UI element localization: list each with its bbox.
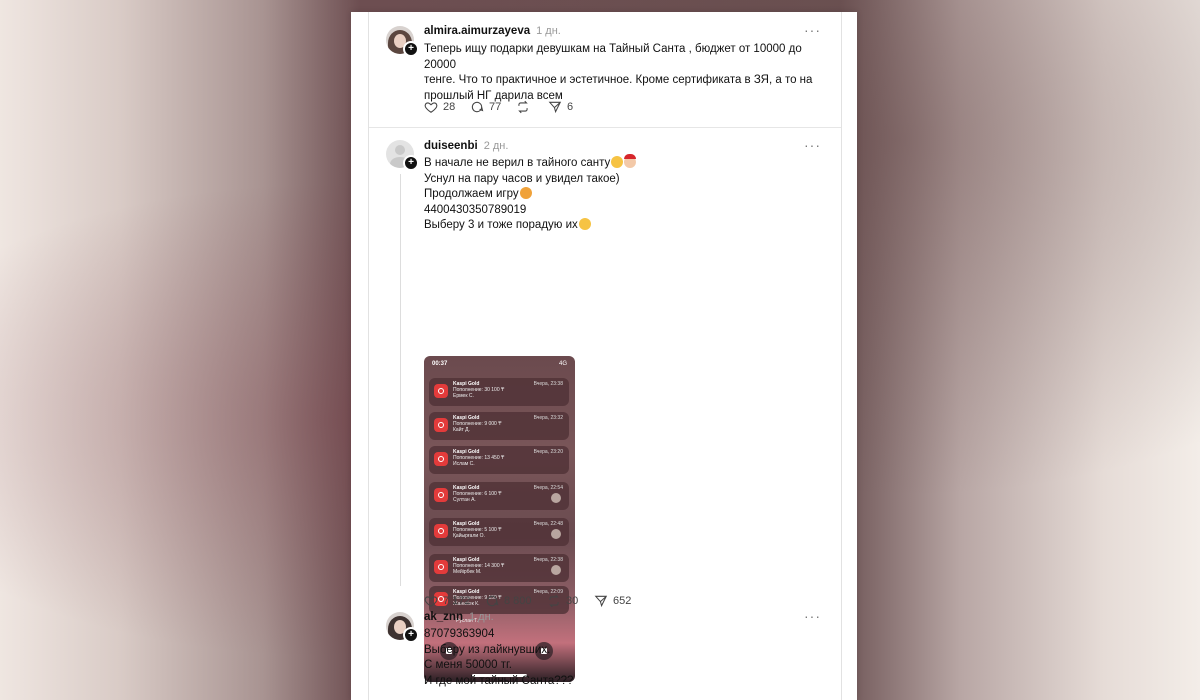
post-text-line: С меня 50000 тг. <box>424 659 513 671</box>
post[interactable]: + ak_znn 1 дн. ··· 87079363904 Выберу из … <box>369 606 841 700</box>
more-options-icon[interactable]: ··· <box>804 22 821 38</box>
sender-thumbnail <box>551 493 561 503</box>
post-text-line: Выберу из лайкнувших. <box>424 643 551 656</box>
like-button[interactable]: 28 <box>424 100 455 114</box>
post[interactable]: + duiseenbi 2 дн. ··· В начале не верил в… <box>369 128 841 682</box>
follow-plus-icon[interactable]: + <box>403 41 419 57</box>
post[interactable]: + almira.aimurzayeva 1 дн. ··· Теперь ищу… <box>369 12 841 127</box>
notification-sender: Султан А. <box>453 497 476 503</box>
thread-line <box>400 174 401 586</box>
notification-sender: Ислам С. <box>453 461 475 467</box>
post-text-line: Уснул на пару часов и увидел такое) <box>424 172 620 185</box>
more-options-icon[interactable]: ··· <box>804 137 821 153</box>
post-time: 1 дн. <box>536 25 561 37</box>
star-eyes-emoji-icon <box>519 187 532 199</box>
notification: Kaspi Gold Пополнение: 6 100 ₸ Султан А.… <box>429 482 569 510</box>
notification: Kaspi Gold Пополнение: 13 450 ₸ Ислам С.… <box>429 446 569 474</box>
username[interactable]: duiseenbi 2 дн. <box>424 140 508 152</box>
notification-sender: Кайт Д. <box>453 427 470 433</box>
comment-button[interactable]: 77 <box>470 100 501 114</box>
post-text-line: 87079363904 <box>424 628 495 640</box>
notification-time: Вчера, 22:54 <box>533 485 563 491</box>
notification-sender: Қайырғали О. <box>453 533 485 539</box>
threads-feed: + almira.aimurzayeva 1 дн. ··· Теперь ищу… <box>351 12 857 700</box>
post-time: 2 дн. <box>483 140 509 152</box>
signal-icon: 4G <box>558 361 567 367</box>
follow-plus-icon[interactable]: + <box>403 155 419 171</box>
post-text-line: тенге. Что то практичное и эстетичное. К… <box>424 74 813 86</box>
notification-time: Вчера, 23:32 <box>533 415 563 421</box>
phone-clock: 00:37 <box>432 361 448 367</box>
smile-emoji-icon <box>578 218 591 230</box>
feed-column: + almira.aimurzayeva 1 дн. ··· Теперь ищу… <box>368 12 842 700</box>
post-text: Теперь ищу подарки девушкам на Тайный Са… <box>424 42 824 104</box>
comment-count: 77 <box>489 101 502 113</box>
username[interactable]: almira.aimurzayeva 1 дн. <box>424 25 561 37</box>
post-actions: 28 77 6 <box>424 100 724 116</box>
notification-time: Вчера, 23:38 <box>533 381 563 387</box>
share-button[interactable]: 6 <box>548 100 573 114</box>
send-icon <box>548 101 562 114</box>
post-text: 87079363904 Выберу из лайкнувших. С меня… <box>424 627 824 689</box>
username-text[interactable]: almira.aimurzayeva <box>424 25 530 37</box>
kaspi-icon <box>434 418 448 432</box>
kaspi-icon <box>434 384 448 398</box>
notification-time: Вчера, 22:38 <box>533 557 563 563</box>
kaspi-icon <box>434 452 448 466</box>
comment-icon <box>471 101 484 113</box>
santa-emoji-icon <box>624 154 637 168</box>
grin-emoji-icon <box>611 156 624 168</box>
like-count: 28 <box>443 101 456 113</box>
post-text-line: Выберу 3 и тоже порадую их <box>424 218 824 234</box>
sender-thumbnail <box>551 529 561 539</box>
share-count: 6 <box>567 101 574 113</box>
follow-plus-icon[interactable]: + <box>403 627 419 643</box>
notification: Kaspi Gold Пополнение: 5 100 ₸ Қайырғали… <box>429 518 569 546</box>
notification: Kaspi Gold Пополнение: 9 000 ₸ Кайт Д. В… <box>429 412 569 440</box>
phone-status-bar: 00:37 4G <box>424 356 575 374</box>
notification-time: Вчера, 23:20 <box>533 449 563 455</box>
post-text-span: Выберу 3 и тоже порадую их <box>424 219 578 231</box>
post-text: В начале не верил в тайного санту Уснул … <box>424 154 824 234</box>
notification-sender: Мейірбек М. <box>453 569 482 575</box>
username-text[interactable]: duiseenbi <box>424 140 478 152</box>
post-text-span: В начале не верил в тайного санту <box>424 157 611 169</box>
post-text-line: Продолжаем игру <box>424 187 824 203</box>
username-text[interactable]: ak_znn <box>424 611 463 623</box>
post-text-line: И где мой тайный Санта??? <box>424 674 574 687</box>
post-text-line: 4400430350789019 <box>424 203 527 216</box>
sender-thumbnail <box>551 565 561 575</box>
username[interactable]: ak_znn 1 дн. <box>424 611 494 623</box>
kaspi-icon <box>434 524 448 538</box>
repost-button[interactable] <box>516 100 530 114</box>
post-time: 1 дн. <box>469 611 494 623</box>
heart-icon <box>424 102 438 113</box>
repost-icon <box>518 100 528 114</box>
notification: Kaspi Gold Пополнение: 14 300 ₸ Мейірбек… <box>429 554 569 582</box>
notification-time: Вчера, 22:48 <box>533 521 563 527</box>
post-text-line: Теперь ищу подарки девушкам на Тайный Са… <box>424 43 802 71</box>
notification-sender: Ермек С. <box>453 393 474 399</box>
kaspi-icon <box>434 560 448 574</box>
notification: Kaspi Gold Пополнение: 30 100 ₸ Ермек С.… <box>429 378 569 406</box>
post-text-span: Продолжаем игру <box>424 188 519 200</box>
post-text-line: В начале не верил в тайного санту <box>424 154 824 172</box>
more-options-icon[interactable]: ··· <box>804 608 821 624</box>
kaspi-icon <box>434 488 448 502</box>
